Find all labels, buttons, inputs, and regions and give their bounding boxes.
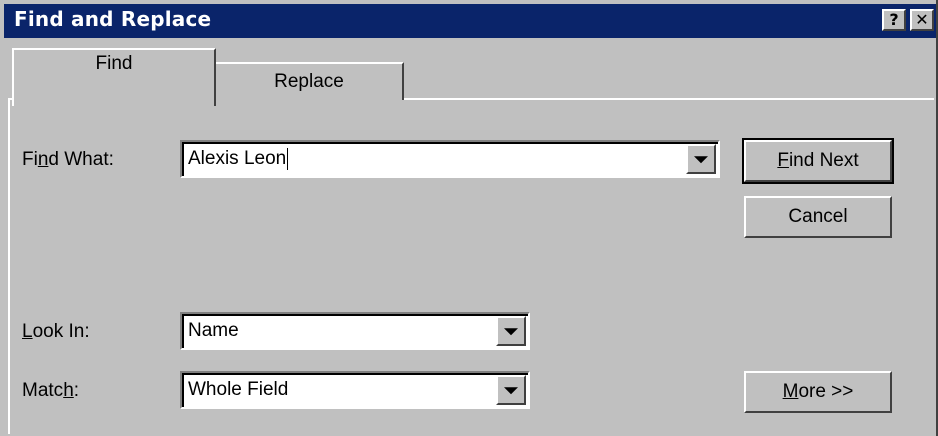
text-caret [287,147,289,170]
match-value: Whole Field [188,379,289,400]
tab-find-label: Find [95,53,133,74]
look-in-label: Look In: [22,321,90,342]
find-what-label: Find What: [22,149,114,170]
look-in-select[interactable]: Name [180,312,530,350]
find-what-dropdown-icon[interactable] [686,144,716,174]
tab-replace-label: Replace [274,71,344,92]
find-what-input[interactable]: Alexis Leon [188,148,286,169]
cancel-button[interactable]: Cancel [744,196,892,238]
more-button[interactable]: More >> [744,371,892,413]
tab-replace[interactable]: Replace [216,62,404,100]
match-select[interactable]: Whole Field [180,371,530,409]
match-label: Match: [22,380,80,401]
find-what-combo[interactable]: Alexis Leon [180,140,720,178]
tab-find[interactable]: Find [12,48,216,106]
find-replace-dialog: Find and Replace ? ✕ Find Replace Find W… [0,0,938,436]
look-in-dropdown-icon[interactable] [496,316,526,346]
close-icon[interactable]: ✕ [910,9,934,31]
window-title: Find and Replace [14,7,212,31]
look-in-value: Name [188,320,239,341]
title-bar[interactable]: Find and Replace ? ✕ [4,4,936,38]
find-next-button[interactable]: Find Next [742,138,894,184]
help-icon[interactable]: ? [882,9,906,31]
match-dropdown-icon[interactable] [496,375,526,405]
